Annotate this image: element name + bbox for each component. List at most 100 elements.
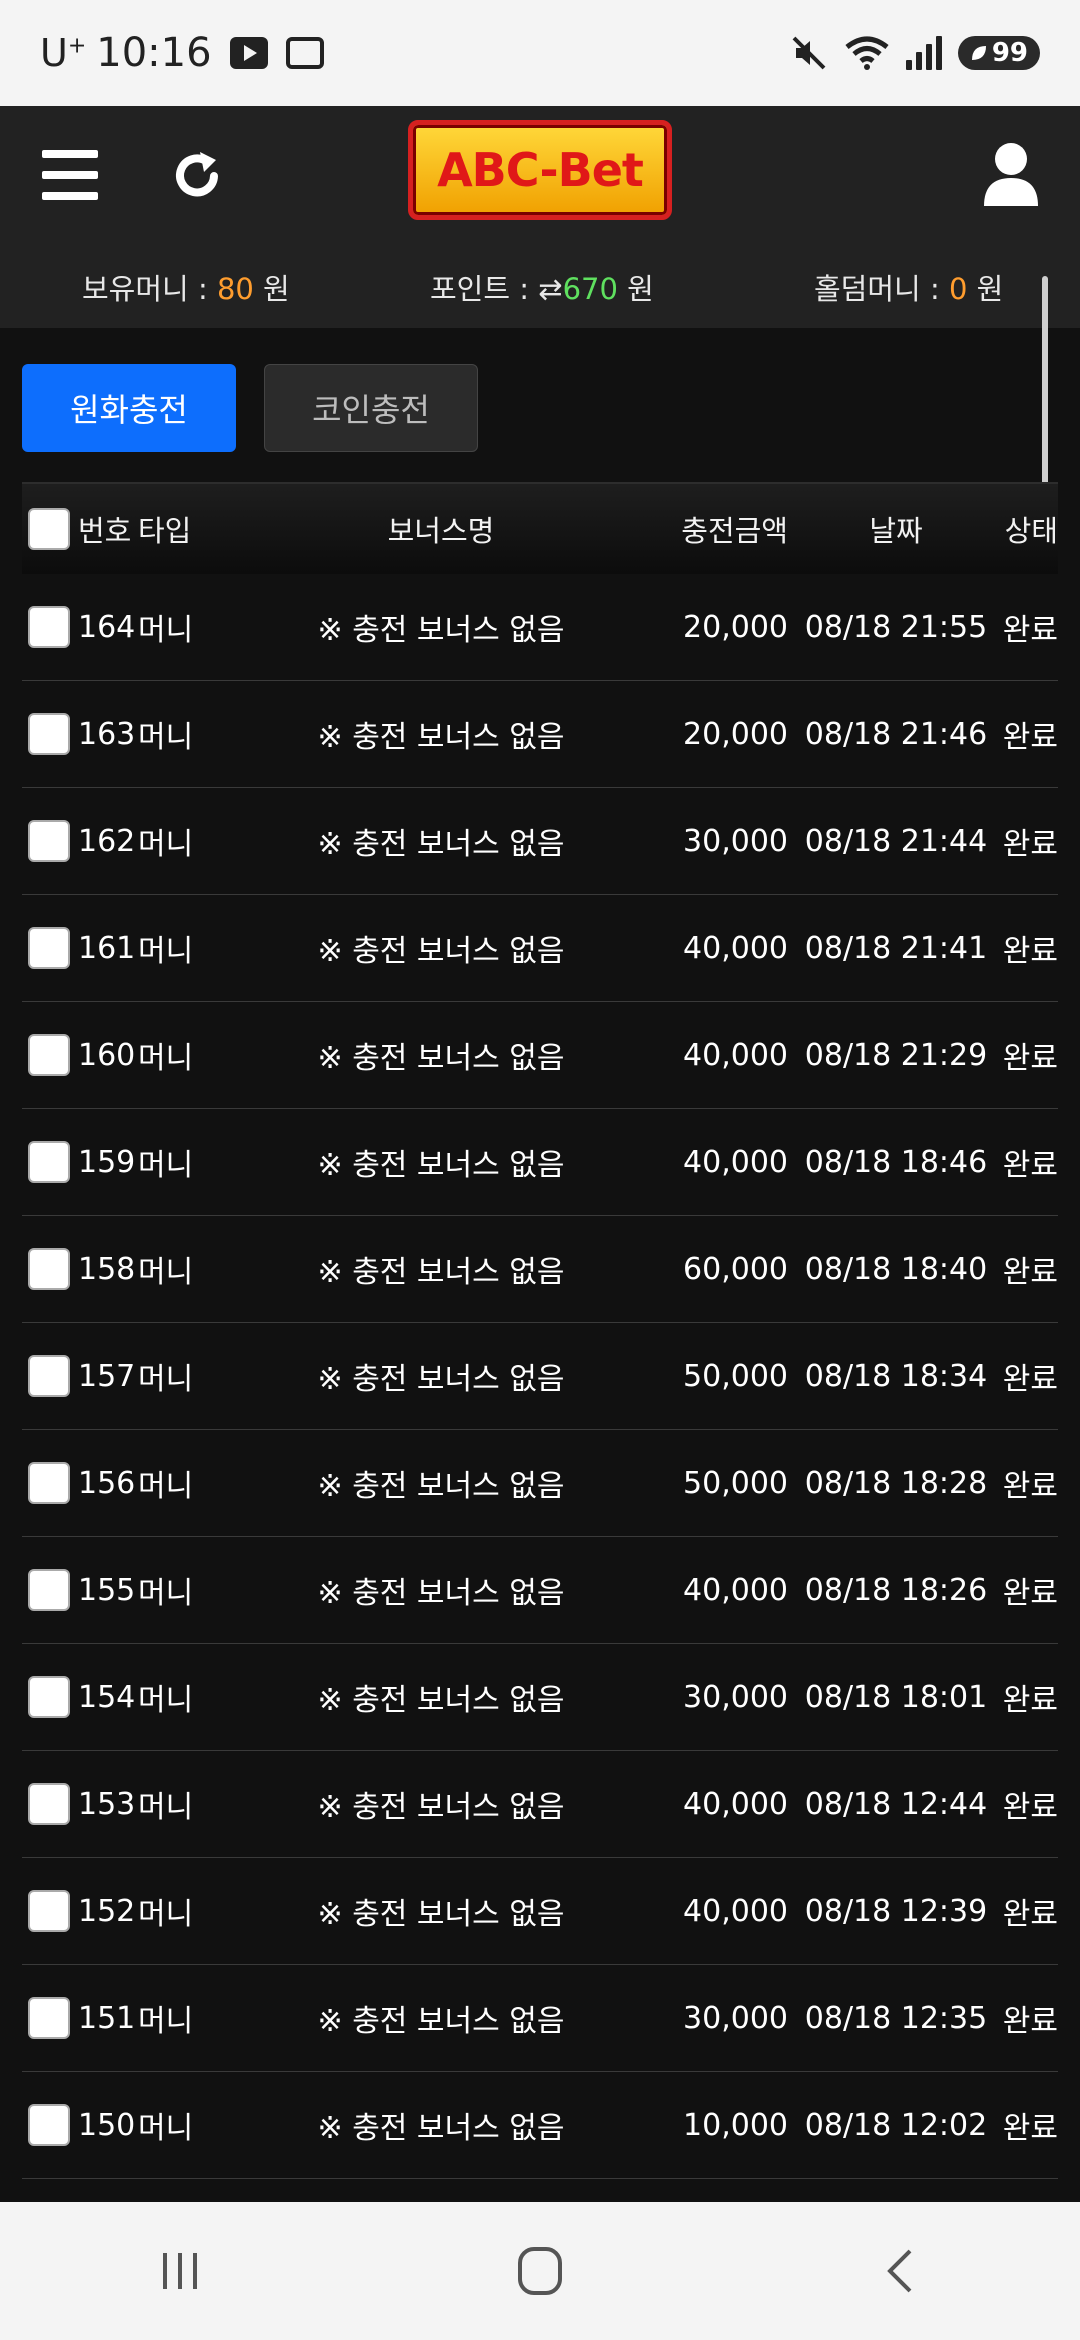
table-row[interactable]: 157 머니 ※ 충전 보너스 없음 50,000 08/18 18:34 완료: [22, 1323, 1058, 1430]
table-row[interactable]: 152 머니 ※ 충전 보너스 없음 40,000 08/18 12:39 완료: [22, 1858, 1058, 1965]
table-row[interactable]: 155 머니 ※ 충전 보너스 없음 40,000 08/18 18:26 완료: [22, 1537, 1058, 1644]
row-bonus: ※ 충전 보너스 없음: [317, 1576, 565, 1611]
row-no: 160: [78, 1037, 136, 1073]
row-type: 머니: [138, 720, 194, 755]
leaf-icon: [971, 46, 986, 60]
status-bar: U+ 10:16 99: [0, 0, 1080, 106]
row-amount: 40,000: [683, 930, 788, 966]
tab-coin-charge[interactable]: 코인충전: [264, 364, 478, 452]
table-row[interactable]: 159 머니 ※ 충전 보너스 없음 40,000 08/18 18:46 완료: [22, 1109, 1058, 1216]
row-checkbox[interactable]: [28, 1676, 70, 1718]
carrier-label: U+: [40, 31, 87, 75]
back-button-icon[interactable]: [855, 2241, 945, 2301]
row-bonus: ※ 충전 보너스 없음: [317, 1148, 565, 1183]
table-row[interactable]: 163 머니 ※ 충전 보너스 없음 20,000 08/18 21:46 완료: [22, 681, 1058, 788]
row-status: 완료: [1002, 1683, 1058, 1718]
row-checkbox[interactable]: [28, 2104, 70, 2146]
point-balance[interactable]: 포인트 : ⇄670 원: [430, 266, 654, 308]
header-no: 번호: [78, 514, 132, 548]
table-row[interactable]: 160 머니 ※ 충전 보너스 없음 40,000 08/18 21:29 완료: [22, 1002, 1058, 1109]
system-navigation-bar: [0, 2202, 1080, 2340]
balance-row: 보유머니 : 80 원 포인트 : ⇄670 원 홀덤머니 : 0 원: [0, 266, 1080, 316]
row-checkbox[interactable]: [28, 1783, 70, 1825]
row-amount: 60,000: [683, 1251, 788, 1287]
row-checkbox[interactable]: [28, 820, 70, 862]
row-date: 08/18 18:01: [804, 1679, 988, 1715]
home-button-icon[interactable]: [495, 2241, 585, 2301]
row-checkbox[interactable]: [28, 1569, 70, 1611]
row-checkbox[interactable]: [28, 713, 70, 755]
row-date: 08/18 18:34: [804, 1358, 988, 1394]
row-status: 완료: [1002, 1148, 1058, 1183]
money-balance: 보유머니 : 80 원: [82, 272, 290, 306]
row-checkbox[interactable]: [28, 1034, 70, 1076]
row-date: 08/18 12:44: [804, 1786, 988, 1822]
tab-krw-charge[interactable]: 원화충전: [22, 364, 236, 452]
row-type: 머니: [138, 1469, 194, 1504]
table-row[interactable]: 153 머니 ※ 충전 보너스 없음 40,000 08/18 12:44 완료: [22, 1751, 1058, 1858]
row-checkbox[interactable]: [28, 1141, 70, 1183]
row-no: 151: [78, 2000, 136, 2036]
row-type: 머니: [138, 613, 194, 648]
row-checkbox[interactable]: [28, 606, 70, 648]
exchange-icon[interactable]: ⇄: [538, 272, 562, 306]
hamburger-menu-icon[interactable]: [42, 150, 98, 200]
table-row[interactable]: 154 머니 ※ 충전 보너스 없음 30,000 08/18 18:01 완료: [22, 1644, 1058, 1751]
table-row[interactable]: 161 머니 ※ 충전 보너스 없음 40,000 08/18 21:41 완료: [22, 895, 1058, 1002]
row-checkbox[interactable]: [28, 1890, 70, 1932]
row-no: 159: [78, 1144, 136, 1180]
charge-tabs: 원화충전 코인충전: [22, 364, 478, 452]
logo-text: ABC-Bet: [437, 143, 644, 197]
row-type: 머니: [138, 1683, 194, 1718]
row-date: 08/18 18:26: [804, 1572, 988, 1608]
charge-history-table: 번호 타입 보너스명 충전금액 날짜 상태 164 머니 ※ 충전 보너스 없음…: [22, 482, 1058, 2179]
row-checkbox[interactable]: [28, 1355, 70, 1397]
table-row[interactable]: 150 머니 ※ 충전 보너스 없음 10,000 08/18 12:02 완료: [22, 2072, 1058, 2179]
row-amount: 40,000: [683, 1893, 788, 1929]
table-row[interactable]: 151 머니 ※ 충전 보너스 없음 30,000 08/18 12:35 완료: [22, 1965, 1058, 2072]
row-bonus: ※ 충전 보너스 없음: [317, 1469, 565, 1504]
row-type: 머니: [138, 1790, 194, 1825]
abc-bet-logo[interactable]: ABC-Bet: [408, 120, 672, 220]
refresh-icon[interactable]: [170, 148, 226, 204]
recent-apps-icon[interactable]: [135, 2241, 225, 2301]
wifi-icon: [845, 36, 889, 70]
row-no: 162: [78, 823, 136, 859]
battery-level: 99: [991, 38, 1028, 68]
table-row[interactable]: 158 머니 ※ 충전 보너스 없음 60,000 08/18 18:40 완료: [22, 1216, 1058, 1323]
app-header: ABC-Bet 보유머니 : 80 원 포인트 : ⇄670 원 홀덤머니 : …: [0, 106, 1080, 506]
row-date: 08/18 21:44: [804, 823, 988, 859]
row-amount: 10,000: [683, 2107, 788, 2143]
row-amount: 30,000: [683, 2000, 788, 2036]
row-no: 161: [78, 930, 136, 966]
row-checkbox[interactable]: [28, 1997, 70, 2039]
row-no: 164: [78, 609, 136, 645]
user-profile-icon[interactable]: [982, 140, 1040, 208]
row-type: 머니: [138, 2004, 194, 2039]
row-date: 08/18 18:46: [804, 1144, 988, 1180]
header-bonus: 보너스명: [387, 514, 495, 548]
row-status: 완료: [1002, 2111, 1058, 2146]
row-amount: 50,000: [683, 1358, 788, 1394]
row-status: 완료: [1002, 2004, 1058, 2039]
row-date: 08/18 21:55: [804, 609, 988, 645]
row-type: 머니: [138, 1576, 194, 1611]
row-date: 08/18 12:35: [804, 2000, 988, 2036]
row-no: 158: [78, 1251, 136, 1287]
table-body: 164 머니 ※ 충전 보너스 없음 20,000 08/18 21:55 완료…: [22, 574, 1058, 2179]
table-row[interactable]: 156 머니 ※ 충전 보너스 없음 50,000 08/18 18:28 완료: [22, 1430, 1058, 1537]
table-row[interactable]: 164 머니 ※ 충전 보너스 없음 20,000 08/18 21:55 완료: [22, 574, 1058, 681]
row-amount: 20,000: [683, 716, 788, 752]
table-row[interactable]: 162 머니 ※ 충전 보너스 없음 30,000 08/18 21:44 완료: [22, 788, 1058, 895]
row-checkbox[interactable]: [28, 927, 70, 969]
header-type: 타입: [138, 514, 192, 548]
row-amount: 40,000: [683, 1037, 788, 1073]
row-bonus: ※ 충전 보너스 없음: [317, 1790, 565, 1825]
header-status: 상태: [1004, 514, 1058, 548]
header-date: 날짜: [869, 514, 923, 548]
row-checkbox[interactable]: [28, 1462, 70, 1504]
select-all-checkbox[interactable]: [28, 508, 70, 550]
row-checkbox[interactable]: [28, 1248, 70, 1290]
row-date: 08/18 21:41: [804, 930, 988, 966]
header-amount: 충전금액: [681, 514, 788, 548]
